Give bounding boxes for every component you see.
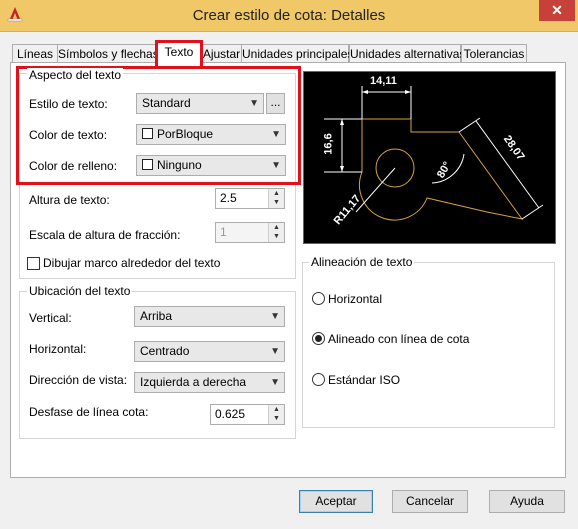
view-direction-label: Dirección de vista: (29, 373, 128, 387)
text-placement-legend: Ubicación del texto (27, 284, 133, 298)
vertical-label: Vertical: (29, 311, 72, 325)
tab-simbolos-flechas[interactable]: Símbolos y flechas (57, 44, 159, 63)
dimension-preview: 14,11 16,6 28,07 80° R11,17 (303, 71, 556, 244)
help-button[interactable]: Ayuda (489, 490, 565, 513)
align-dimline-radio[interactable] (312, 332, 325, 345)
tab-tolerancias[interactable]: Tolerancias (461, 44, 527, 63)
chevron-down-icon: ▼ (271, 129, 281, 140)
text-color-label: Color de texto: (29, 128, 108, 142)
text-style-browse-button[interactable]: ... (266, 93, 285, 114)
text-color-value: PorBloque (157, 127, 214, 141)
align-iso-label: Estándar ISO (328, 373, 401, 387)
align-iso-radio[interactable] (312, 373, 325, 386)
text-alignment-legend: Alineación de texto (309, 255, 415, 269)
tab-lineas[interactable]: Líneas (12, 44, 58, 63)
text-appearance-legend: Aspecto del texto (27, 68, 124, 82)
accept-button[interactable]: Aceptar (299, 490, 373, 513)
fill-color-value: Ninguno (157, 158, 202, 172)
dim-top-label: 14,11 (370, 75, 397, 87)
spinner-arrows-icon[interactable]: ▲ ▼ (268, 189, 284, 208)
tab-unidades-principales[interactable]: Unidades principales (241, 44, 353, 63)
chevron-down-icon: ▼ (271, 160, 281, 171)
color-swatch (142, 159, 153, 170)
offset-label: Desfase de línea cota: (29, 405, 149, 419)
offset-value: 0.625 (215, 407, 246, 421)
text-style-value: Standard (142, 96, 191, 110)
text-height-value: 2.5 (220, 191, 237, 205)
spinner-arrows-icon[interactable]: ▲ ▼ (268, 405, 284, 424)
fill-color-dropdown[interactable]: Ninguno ▼ (136, 155, 286, 176)
horizontal-dropdown[interactable]: Centrado ▼ (134, 341, 285, 362)
view-direction-dropdown[interactable]: Izquierda a derecha ▼ (134, 372, 285, 393)
fraction-height-spinner[interactable]: 1 ▲ ▼ (215, 222, 285, 243)
text-color-dropdown[interactable]: PorBloque ▼ (136, 124, 286, 145)
frame-text-checkbox[interactable] (27, 257, 40, 270)
text-style-dropdown[interactable]: Standard ▼ (136, 93, 264, 114)
color-swatch (142, 128, 153, 139)
chevron-down-icon: ▼ (270, 377, 280, 388)
window-title: Crear estilo de cota: Detalles (192, 7, 386, 24)
fill-color-label: Color de relleno: (29, 159, 118, 173)
view-direction-value: Izquierda a derecha (140, 375, 247, 389)
vertical-dropdown[interactable]: Arriba ▼ (134, 306, 285, 327)
align-dimline-label: Alineado con línea de cota (328, 332, 470, 346)
vertical-value: Arriba (140, 309, 173, 323)
close-button[interactable]: ✕ (539, 0, 575, 21)
fraction-height-label: Escala de altura de fracción: (29, 228, 181, 242)
offset-spinner[interactable]: 0.625 ▲ ▼ (210, 404, 285, 425)
tab-ajustar[interactable]: Ajustar (201, 44, 242, 63)
dim-left-label: 16,6 (322, 133, 335, 155)
fraction-height-value: 1 (220, 225, 227, 239)
horizontal-value: Centrado (140, 344, 190, 358)
horizontal-label: Horizontal: (29, 342, 87, 356)
text-height-spinner[interactable]: 2.5 ▲ ▼ (215, 188, 285, 209)
chevron-down-icon: ▼ (270, 311, 280, 322)
spinner-arrows-icon[interactable]: ▲ ▼ (268, 223, 284, 242)
chevron-down-icon: ▼ (270, 346, 280, 357)
align-horizontal-radio[interactable] (312, 292, 325, 305)
cancel-button[interactable]: Cancelar (392, 490, 468, 513)
align-horizontal-label: Horizontal (328, 292, 383, 306)
tab-unidades-alternativas[interactable]: Unidades alternativas (349, 44, 465, 63)
text-style-label: Estilo de texto: (29, 97, 108, 111)
frame-text-label: Dibujar marco alrededor del texto (43, 256, 221, 270)
text-height-label: Altura de texto: (29, 193, 110, 207)
chevron-down-icon: ▼ (249, 98, 259, 109)
tab-texto[interactable]: Texto (155, 40, 203, 69)
